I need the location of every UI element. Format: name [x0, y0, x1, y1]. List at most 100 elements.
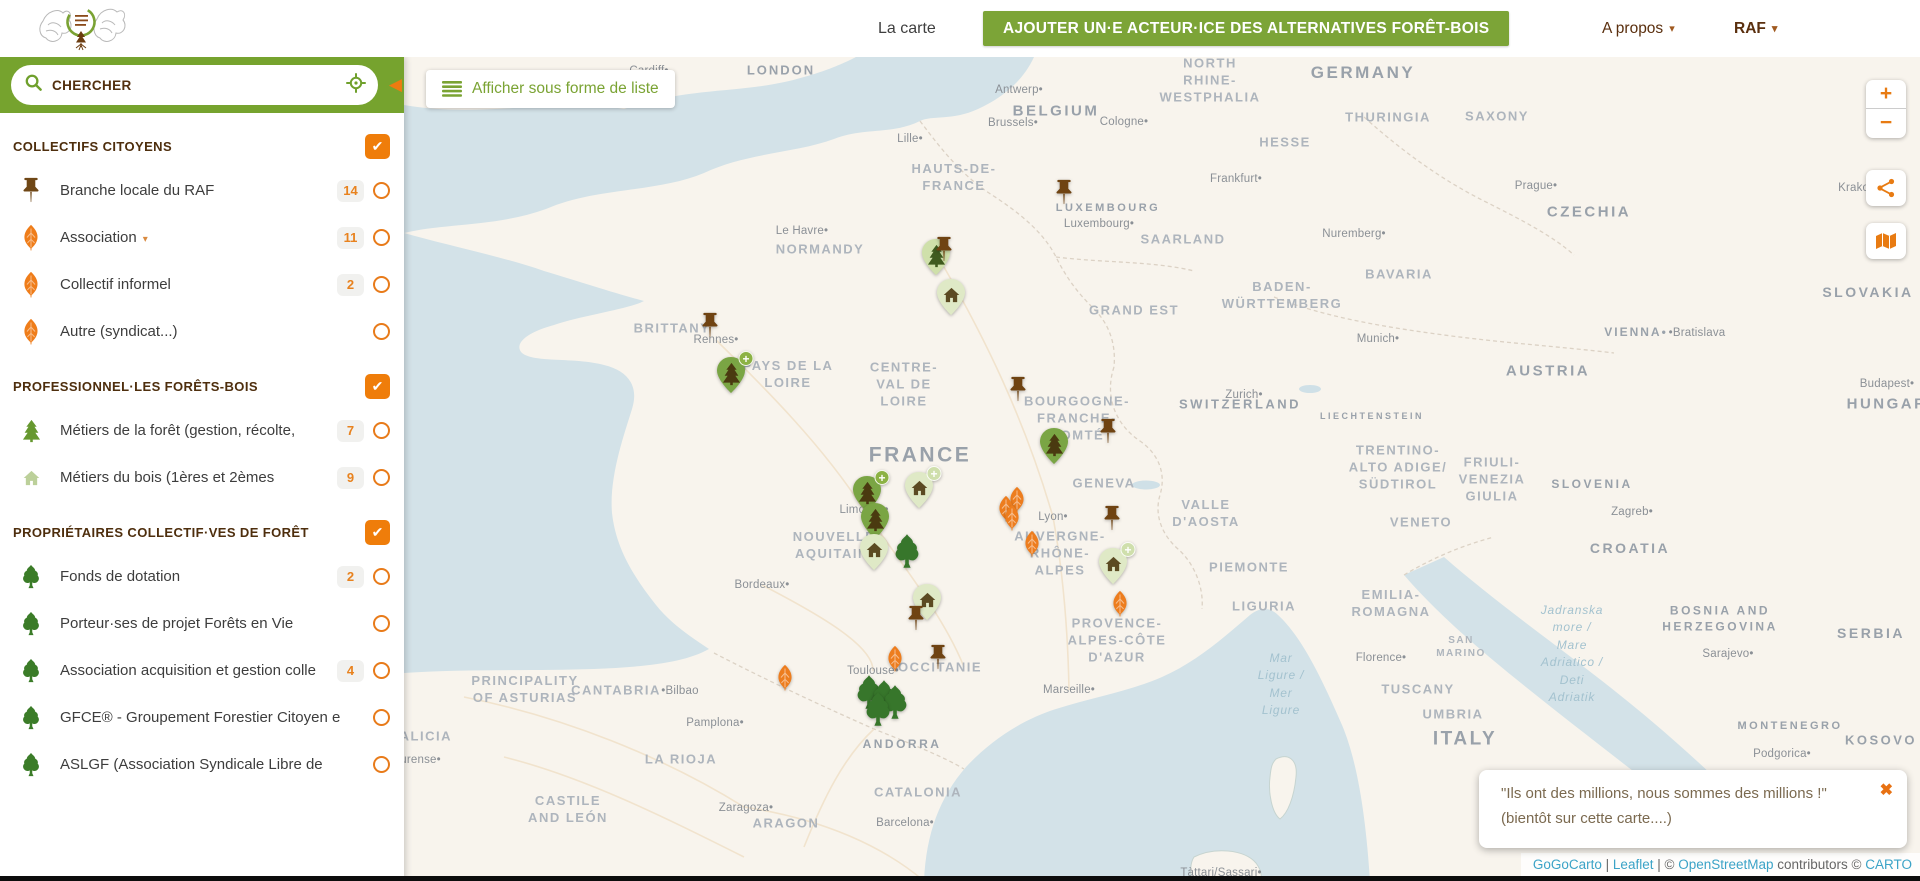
- attribution-link[interactable]: Leaflet: [1613, 857, 1654, 872]
- option-only-radio[interactable]: [373, 756, 390, 773]
- marker-branche-raf-pushpin[interactable]: [1096, 418, 1120, 446]
- marker-wood-trades-house-pin[interactable]: [936, 278, 967, 316]
- category-header: PROFESSIONNEL·LES FORÊTS-BOIS ✔: [0, 365, 404, 407]
- filter-option-row[interactable]: Métiers de la forêt (gestion, récolte, 7: [0, 407, 404, 454]
- map-canvas[interactable]: LONDONCardiff•NORTH RHINE- WESTPHALIAAnt…: [404, 57, 1920, 881]
- pushpin-icon: [698, 312, 722, 340]
- marker-collective-leaf[interactable]: [1022, 530, 1042, 557]
- search-input[interactable]: [52, 78, 346, 93]
- user-menu[interactable]: RAF▾: [1734, 0, 1777, 57]
- option-only-radio[interactable]: [373, 615, 390, 632]
- attribution-link[interactable]: OpenStreetMap: [1678, 857, 1773, 872]
- option-only-radio[interactable]: [373, 422, 390, 439]
- leaf-icon: [21, 224, 41, 251]
- marker-wood-trades-house-pin[interactable]: +: [904, 471, 935, 509]
- attribution-text: | ©: [1653, 857, 1678, 872]
- list-icon: [442, 81, 462, 97]
- option-only-radio[interactable]: [373, 276, 390, 293]
- bushy-tree-icon: [20, 611, 42, 636]
- pushpin-icon: [1096, 418, 1120, 446]
- filter-option-row[interactable]: Association▾ 11: [0, 214, 404, 261]
- house-icon: [23, 470, 40, 486]
- marker-branche-raf-pushpin[interactable]: [1100, 505, 1124, 533]
- option-only-radio[interactable]: [373, 709, 390, 726]
- marker-branche-raf-pushpin[interactable]: [904, 605, 928, 633]
- marker-branche-raf-pushpin[interactable]: [926, 644, 950, 672]
- close-icon[interactable]: ✖: [1880, 780, 1893, 800]
- marker-forest-professional-pin[interactable]: +: [716, 356, 747, 394]
- marker-branche-raf-pushpin[interactable]: [932, 236, 956, 264]
- category-checkbox-checked[interactable]: ✔: [365, 520, 390, 545]
- nav-a-propos[interactable]: A propos▾: [1602, 0, 1675, 57]
- popup-line2: (bientôt sur cette carte....): [1501, 807, 1867, 832]
- attribution-link[interactable]: GoGoCarto: [1533, 857, 1602, 872]
- marker-forest-owner-tree[interactable]: [862, 691, 894, 727]
- chevron-down-icon: ▾: [1669, 22, 1675, 35]
- locate-icon[interactable]: [346, 73, 366, 98]
- option-only-radio[interactable]: [373, 182, 390, 199]
- result-count-badge: 11: [337, 227, 364, 249]
- zoom-in-button[interactable]: +: [1866, 80, 1906, 109]
- bushy-tree-icon: [20, 658, 42, 683]
- marker-branche-raf-pushpin[interactable]: [698, 312, 722, 340]
- show-as-list-button[interactable]: Afficher sous forme de liste: [426, 70, 675, 108]
- bushy-tree-icon: [20, 564, 42, 589]
- chevron-down-icon[interactable]: ▾: [143, 234, 148, 245]
- collapse-sidebar-icon[interactable]: ◀: [389, 74, 402, 96]
- leaf-icon: [21, 318, 41, 345]
- marker-wood-trades-house-pin[interactable]: [859, 533, 890, 571]
- category-header: PROPRIÉTAIRES COLLECTIF·VES DE FORÊT ✔: [0, 511, 404, 553]
- option-only-radio[interactable]: [373, 469, 390, 486]
- result-count-badge: 14: [337, 180, 364, 202]
- marker-branche-raf-pushpin[interactable]: [1052, 179, 1076, 207]
- bushy-tree-icon: [862, 691, 894, 727]
- basemap-graphics: [404, 57, 1920, 881]
- nav-la-carte[interactable]: La carte: [878, 0, 936, 57]
- pushpin-icon: [1052, 179, 1076, 207]
- marker-branche-raf-pushpin[interactable]: [1006, 376, 1030, 404]
- filter-option-label: Association acquisition et gestion colle: [60, 662, 337, 679]
- marker-forest-owner-tree[interactable]: [891, 533, 923, 569]
- filter-option-row[interactable]: ASLGF (Association Syndicale Libre de: [0, 741, 404, 788]
- chevron-down-icon: ▾: [1772, 22, 1778, 35]
- cluster-plus-badge: +: [739, 351, 754, 366]
- marker-wood-trades-house-pin[interactable]: +: [1098, 547, 1129, 585]
- leaf-icon: [1022, 530, 1042, 557]
- raf-logo[interactable]: [34, 1, 130, 56]
- map-layers-button[interactable]: [1866, 223, 1906, 259]
- category-label: COLLECTIFS CITOYENS: [13, 139, 365, 154]
- option-only-radio[interactable]: [373, 323, 390, 340]
- map-attribution: GoGoCarto | Leaflet | © OpenStreetMap co…: [1521, 853, 1920, 876]
- zoom-out-button[interactable]: −: [1866, 109, 1906, 138]
- option-only-radio[interactable]: [373, 662, 390, 679]
- add-actor-button[interactable]: AJOUTER UN·E ACTEUR·ICE DES ALTERNATIVES…: [983, 11, 1509, 46]
- pushpin-icon: [904, 605, 928, 633]
- marker-forest-professional-pin[interactable]: [1039, 427, 1070, 465]
- filter-option-row[interactable]: Branche locale du RAF 14: [0, 167, 404, 214]
- filter-option-label: Métiers de la forêt (gestion, récolte,: [60, 422, 337, 439]
- share-button[interactable]: [1866, 170, 1906, 206]
- popup-line1: "Ils ont des millions, nous sommes des m…: [1501, 782, 1867, 807]
- filter-option-row[interactable]: Métiers du bois (1ères et 2èmes 9: [0, 454, 404, 501]
- category-checkbox-checked[interactable]: ✔: [365, 134, 390, 159]
- leaf-icon: [21, 271, 41, 298]
- filter-option-row[interactable]: Fonds de dotation 2: [0, 553, 404, 600]
- pine-tree-icon: [1044, 433, 1065, 457]
- option-only-radio[interactable]: [373, 568, 390, 585]
- marker-collective-leaf[interactable]: [1002, 504, 1022, 531]
- filter-option-row[interactable]: Collectif informel 2: [0, 261, 404, 308]
- filter-option-row[interactable]: Autre (syndicat...): [0, 308, 404, 355]
- filter-option-row[interactable]: Porteur·ses de projet Forêts en Vie: [0, 600, 404, 647]
- filter-option-label: Collectif informel: [60, 276, 337, 293]
- filter-option-row[interactable]: GFCE® - Groupement Forestier Citoyen e: [0, 694, 404, 741]
- attribution-link[interactable]: CARTO: [1865, 857, 1912, 872]
- marker-collective-leaf[interactable]: [885, 645, 905, 672]
- share-icon: [1876, 178, 1896, 198]
- category-checkbox-checked[interactable]: ✔: [365, 374, 390, 399]
- search-box[interactable]: [11, 65, 378, 105]
- marker-collective-leaf[interactable]: [1110, 590, 1130, 617]
- zoom-controls: + −: [1866, 80, 1906, 138]
- filter-option-row[interactable]: Association acquisition et gestion colle…: [0, 647, 404, 694]
- option-only-radio[interactable]: [373, 229, 390, 246]
- marker-collective-leaf[interactable]: [775, 664, 795, 691]
